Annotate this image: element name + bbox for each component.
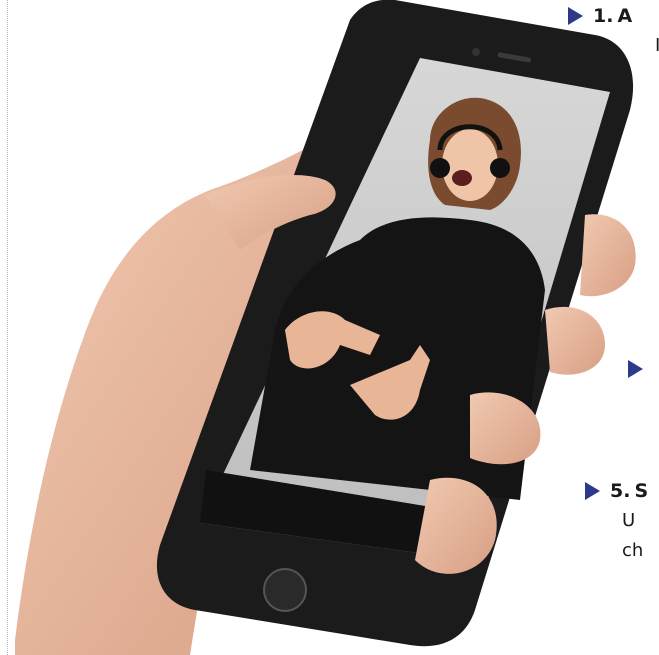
headset-left-ear xyxy=(430,158,450,178)
bullet-title: A xyxy=(617,5,633,27)
front-camera xyxy=(472,48,480,56)
phone-hand-illustration xyxy=(15,0,636,655)
bullet-1-line: I xyxy=(655,35,659,56)
bullet-triangle-icon xyxy=(628,360,643,378)
bullet-triangle-icon xyxy=(585,482,600,500)
signer-mouth xyxy=(452,170,472,186)
bullet-number: 5. xyxy=(610,480,631,502)
headset-right-ear xyxy=(490,158,510,178)
bullet-title: S xyxy=(634,480,649,502)
bullet-number: 1. xyxy=(593,5,614,27)
bullet-item-1: 1. A xyxy=(568,5,632,27)
home-button-icon xyxy=(263,568,307,612)
signer-face xyxy=(442,129,498,201)
bullet-5-line-2: ch xyxy=(622,540,644,561)
bullet-5-line-1: U xyxy=(622,510,636,531)
bullet-triangle-icon xyxy=(568,7,583,25)
bullet-item-5: 5. S xyxy=(585,480,648,502)
bullet-item-partial xyxy=(628,360,653,378)
